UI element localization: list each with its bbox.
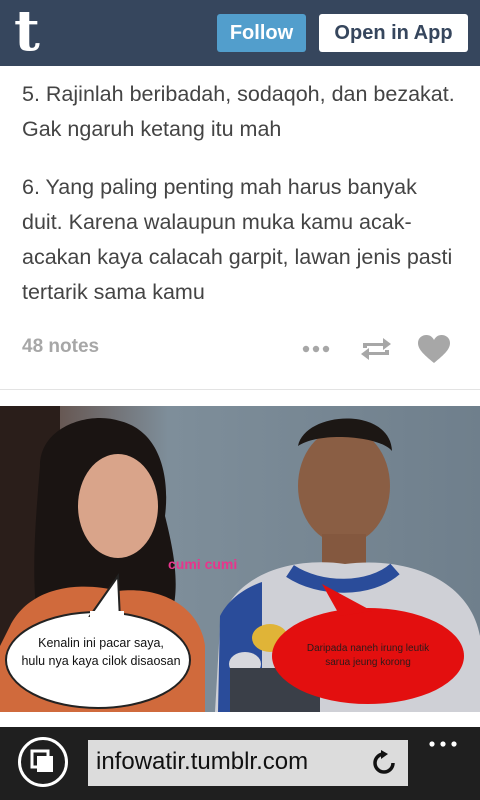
bubble-line: Kenalin ini pacar saya, (38, 636, 164, 650)
bubble-line: hulu nya kaya cilok disaosan (21, 654, 181, 668)
tumblr-header: t Follow Open in App (0, 0, 480, 66)
post-body: 5. Rajinlah beribadah, sodaqoh, dan beza… (22, 66, 462, 310)
photo-watermark: cumi cumi (168, 556, 238, 572)
post-divider (0, 389, 480, 390)
bubble-line: Daripada naneh irung leutik (306, 643, 430, 654)
bubble-line: sarua jeung korong (325, 657, 411, 668)
post-photo[interactable]: cumi cumi Kenalin ini pacar saya, hulu n… (0, 406, 480, 712)
open-in-app-button[interactable]: Open in App (319, 14, 468, 52)
heart-icon[interactable] (417, 334, 451, 364)
address-bar[interactable]: infowatir.tumblr.com (88, 740, 408, 786)
more-dots-icon[interactable] (302, 338, 330, 360)
follow-button[interactable]: Follow (217, 14, 306, 52)
ellipsis-icon[interactable] (428, 739, 458, 749)
refresh-icon[interactable] (371, 750, 397, 776)
notes-count[interactable]: 48 notes (22, 336, 99, 358)
speech-bubble-left: Kenalin ini pacar saya, hulu nya kaya ci… (16, 634, 186, 670)
reblog-icon[interactable] (359, 334, 393, 364)
speech-bubble-right: Daripada naneh irung leutik sarua jeung … (280, 642, 456, 670)
tabs-button[interactable] (18, 737, 68, 787)
post-paragraph: 6. Yang paling penting mah harus banyak … (22, 175, 453, 304)
tabs-icon (30, 749, 53, 772)
tumblr-logo-icon[interactable]: t (14, 3, 52, 59)
post-paragraph: 5. Rajinlah beribadah, sodaqoh, dan beza… (22, 82, 455, 141)
browser-bar: infowatir.tumblr.com (0, 727, 480, 800)
url-text[interactable]: infowatir.tumblr.com (96, 748, 308, 776)
